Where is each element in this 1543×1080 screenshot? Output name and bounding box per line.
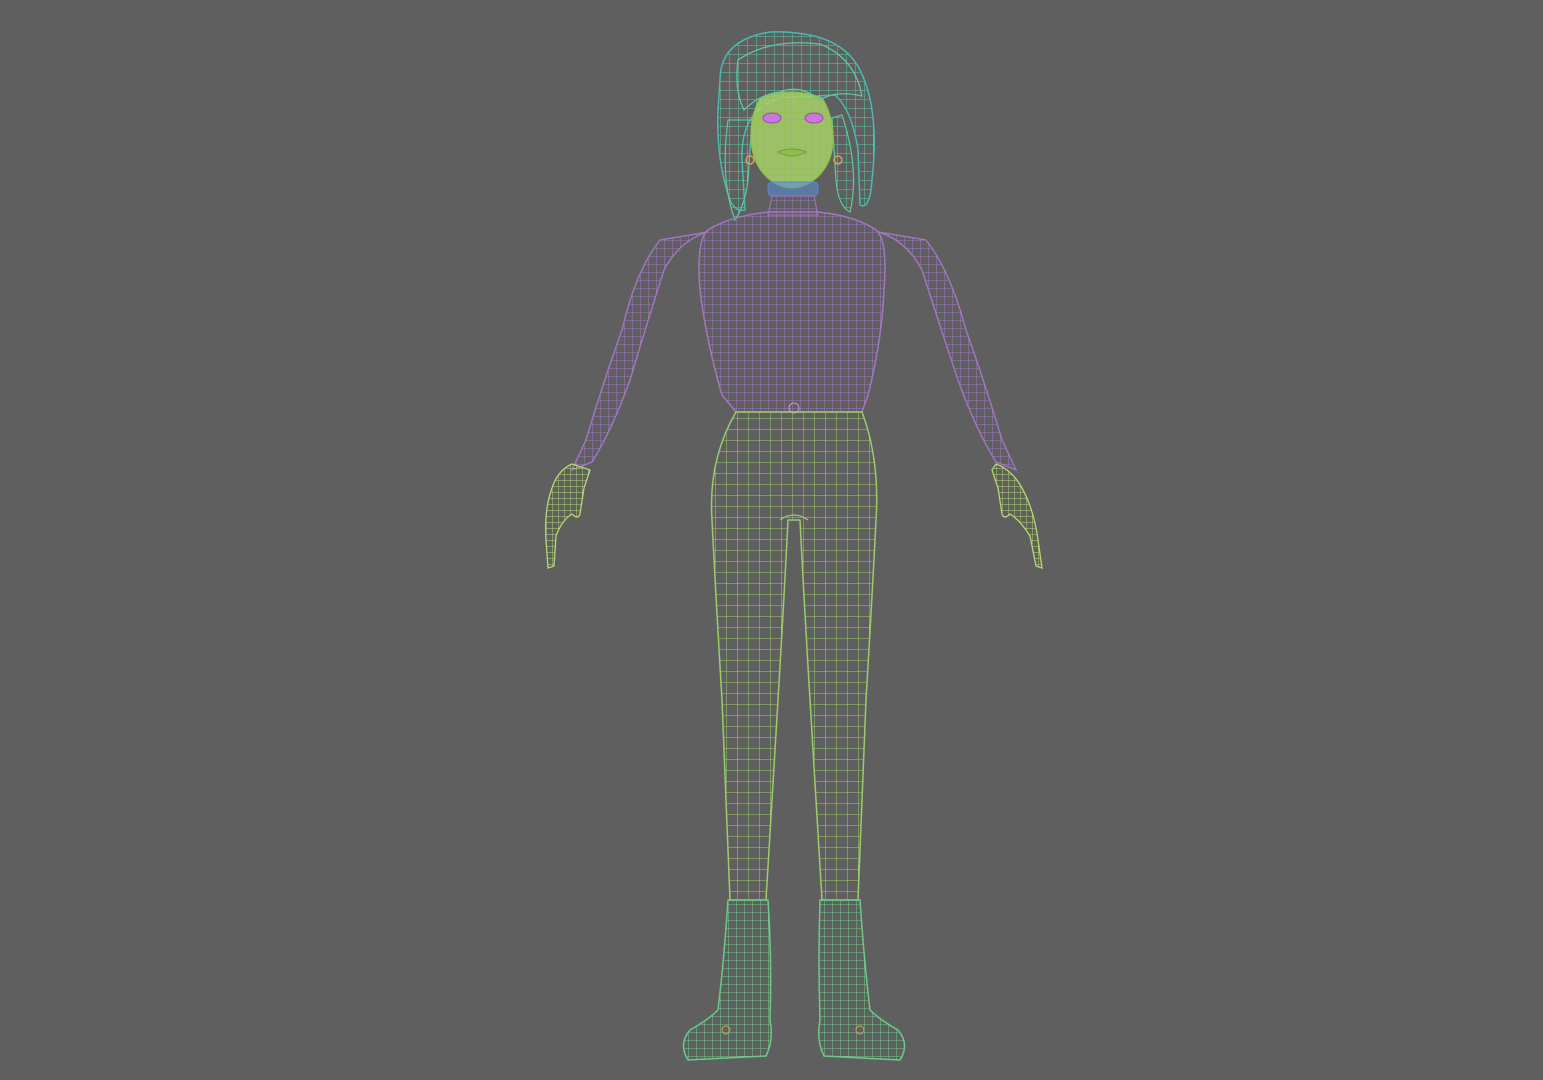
left-arm-sleeve-mesh [570, 231, 709, 472]
left-eye-mesh [762, 112, 782, 124]
viewport-canvas [544, 31, 1043, 1061]
3d-viewport[interactable] [0, 0, 1543, 1080]
torso-top-mesh [698, 211, 886, 413]
neck-collar-mesh [767, 181, 819, 197]
right-hand-mesh [991, 463, 1043, 569]
left-boot-mesh [682, 899, 773, 1061]
right-eye-mesh [804, 112, 824, 124]
hair-strands-left [724, 119, 753, 222]
pants-mesh [710, 411, 878, 901]
right-boot-mesh [817, 899, 906, 1061]
left-hand-mesh [544, 463, 591, 569]
right-arm-sleeve-mesh [877, 231, 1018, 472]
